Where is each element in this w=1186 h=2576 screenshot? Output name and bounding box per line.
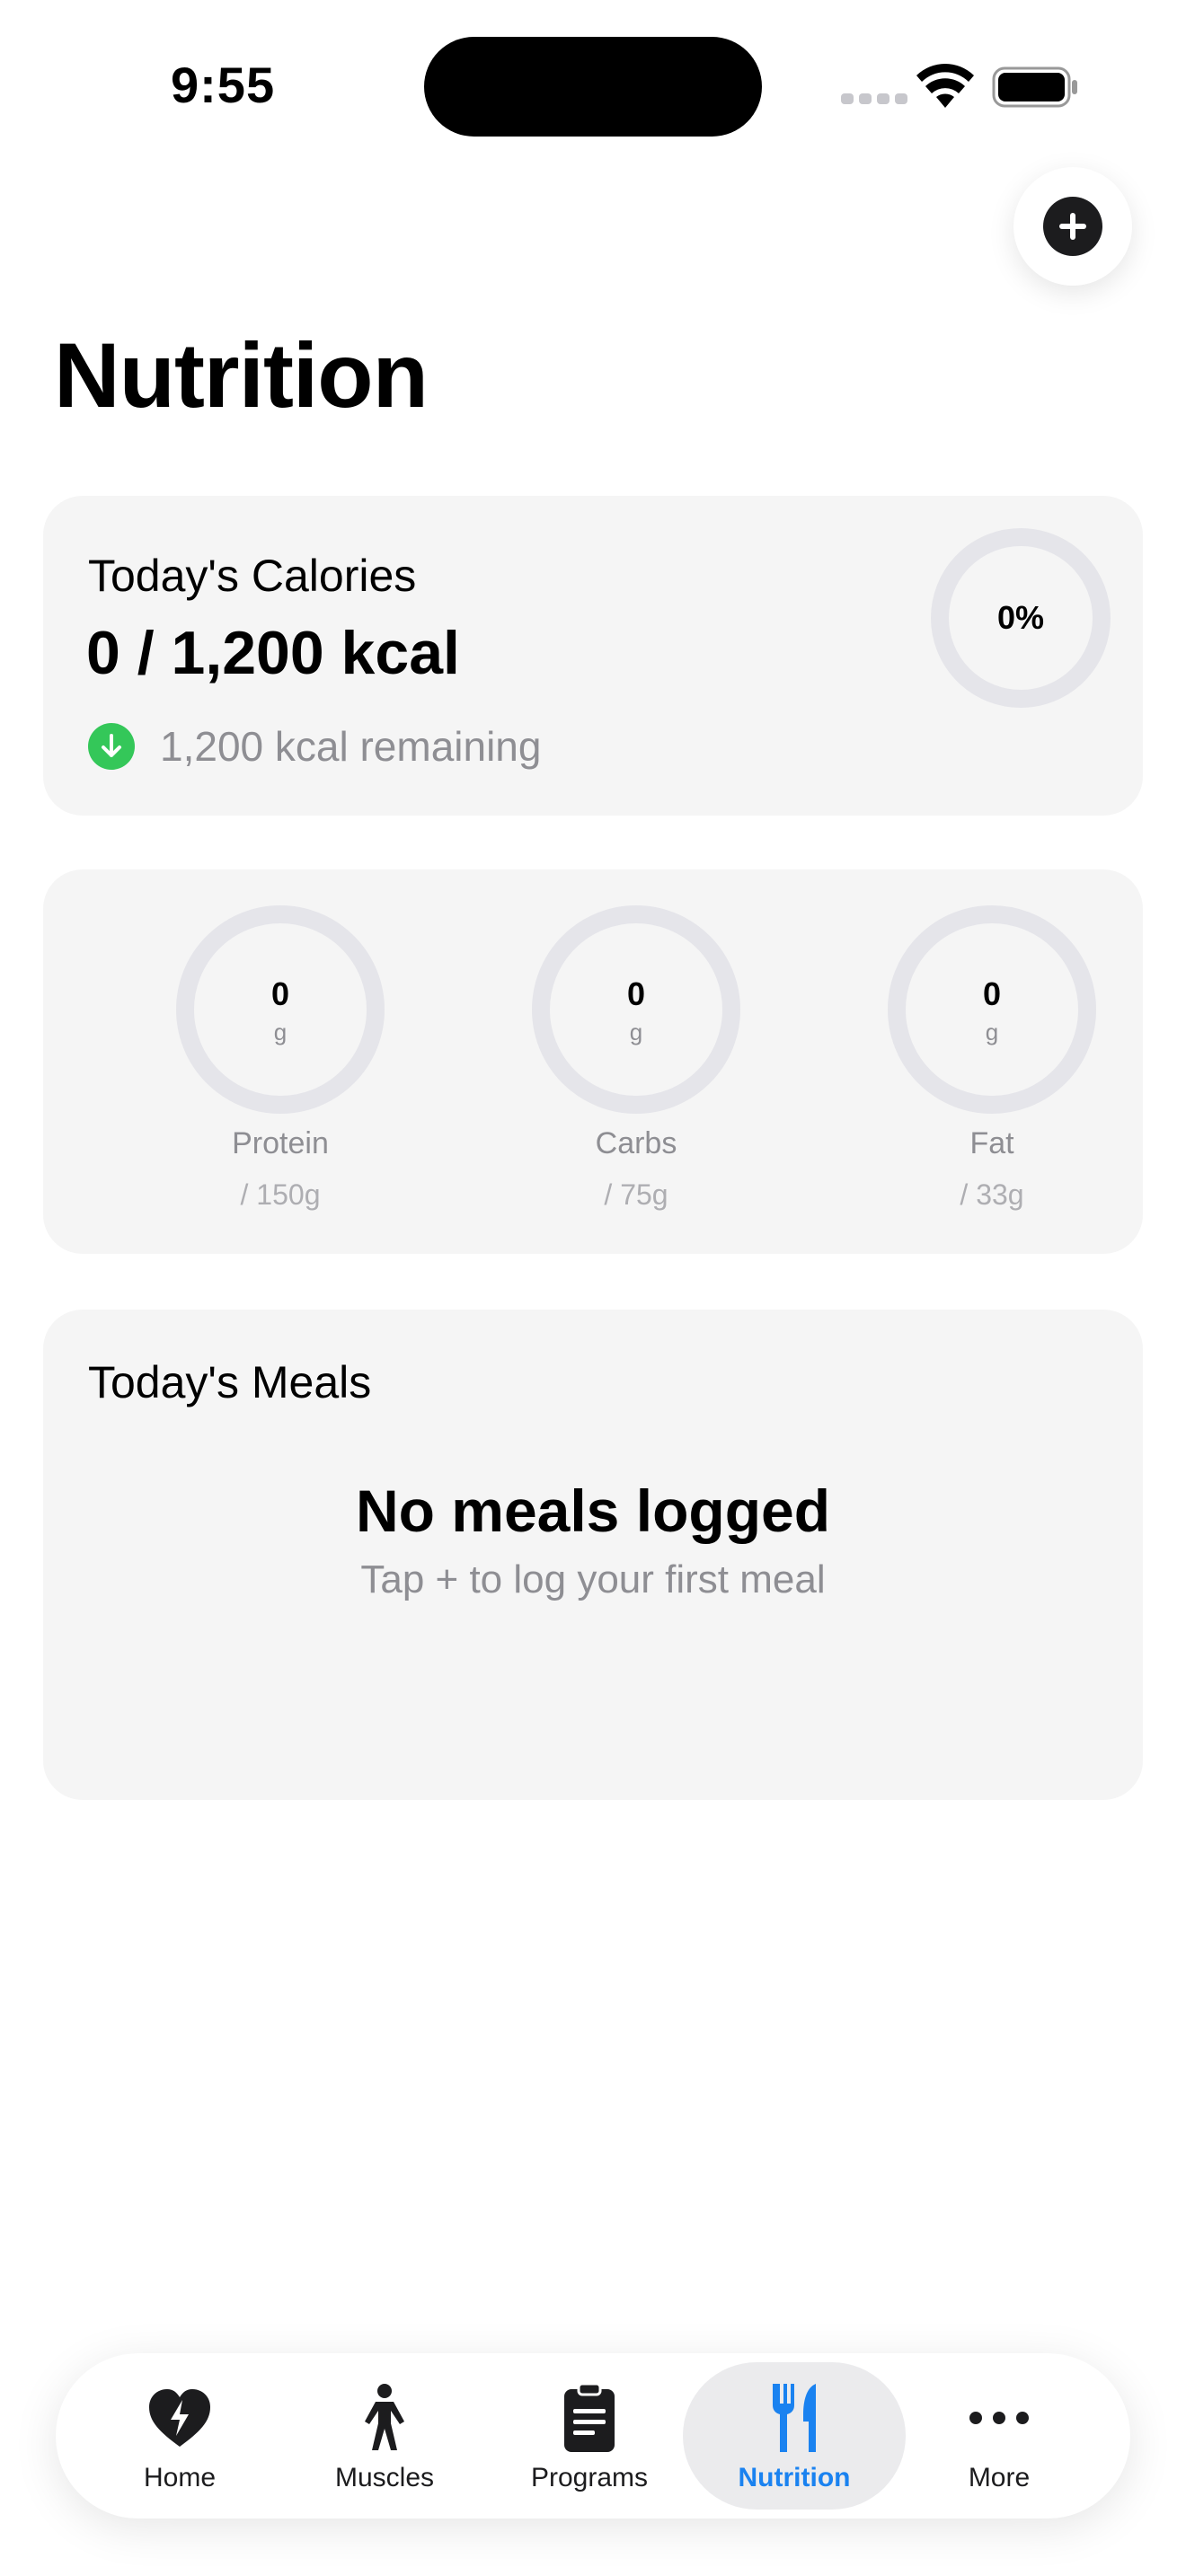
tab-programs[interactable]: Programs [478, 2362, 701, 2510]
macro-protein[interactable]: 0 g Protein / 150g [160, 902, 394, 1225]
figure-icon [365, 2384, 404, 2450]
clipboard-icon [564, 2382, 615, 2452]
page-title: Nutrition [54, 324, 429, 427]
meals-card: Today's Meals No meals logged Tap + to l… [43, 1310, 1143, 1800]
cellular-signal-icon [841, 93, 907, 104]
wifi-icon [916, 64, 974, 108]
fat-label: Fat [969, 1126, 1014, 1160]
fat-value: 0 [982, 975, 1002, 1012]
battery-icon [992, 66, 1077, 108]
tab-nutrition[interactable]: Nutrition [683, 2362, 906, 2510]
fat-unit: g [985, 1019, 999, 1045]
fork-knife-icon [773, 2384, 816, 2452]
protein-value: 0 [270, 975, 290, 1012]
carbs-goal: / 75g [604, 1178, 668, 1211]
carbs-label: Carbs [595, 1126, 677, 1160]
calories-percent: 0% [996, 599, 1045, 636]
heart-bolt-icon [149, 2389, 210, 2447]
tab-home-label: Home [143, 2463, 217, 2492]
tab-muscles[interactable]: Muscles [273, 2362, 496, 2510]
tab-bar: Home Muscles Programs Nutrition More [56, 2353, 1130, 2519]
macros-card: 0 g Protein / 150g 0 g Carbs / 75g 0 g F… [43, 869, 1143, 1254]
tab-home[interactable]: Home [68, 2362, 291, 2510]
plus-circle-icon [1043, 197, 1102, 256]
tab-programs-label: Programs [530, 2463, 649, 2492]
tab-more[interactable]: More [888, 2362, 1111, 2510]
tab-muscles-label: Muscles [334, 2463, 435, 2492]
calories-value: 0 / 1,200 kcal [86, 619, 460, 687]
macro-fat[interactable]: 0 g Fat / 33g [872, 902, 1105, 1225]
calories-label: Today's Calories [88, 551, 417, 601]
meals-title: Today's Meals [88, 1357, 372, 1407]
calories-remaining: 1,200 kcal remaining [88, 722, 541, 771]
calories-remaining-text: 1,200 kcal remaining [160, 723, 542, 770]
status-time: 9:55 [171, 57, 276, 113]
empty-state-title: No meals logged [355, 1478, 831, 1544]
protein-label: Protein [232, 1126, 329, 1160]
tab-more-label: More [968, 2463, 1031, 2492]
protein-goal: / 150g [240, 1178, 321, 1211]
macro-carbs[interactable]: 0 g Carbs / 75g [516, 902, 749, 1225]
carbs-unit: g [629, 1019, 643, 1045]
add-meal-button[interactable] [1013, 167, 1132, 286]
arrow-down-icon [88, 723, 135, 770]
tab-nutrition-label: Nutrition [738, 2463, 851, 2492]
empty-state-subtitle: Tap + to log your first meal [360, 1557, 826, 1601]
calories-card[interactable]: Today's Calories 0 / 1,200 kcal 1,200 kc… [43, 496, 1143, 816]
carbs-value: 0 [626, 975, 646, 1012]
more-icon [969, 2412, 1029, 2424]
dynamic-island [424, 37, 762, 137]
protein-unit: g [273, 1019, 288, 1045]
fat-goal: / 33g [960, 1178, 1024, 1211]
